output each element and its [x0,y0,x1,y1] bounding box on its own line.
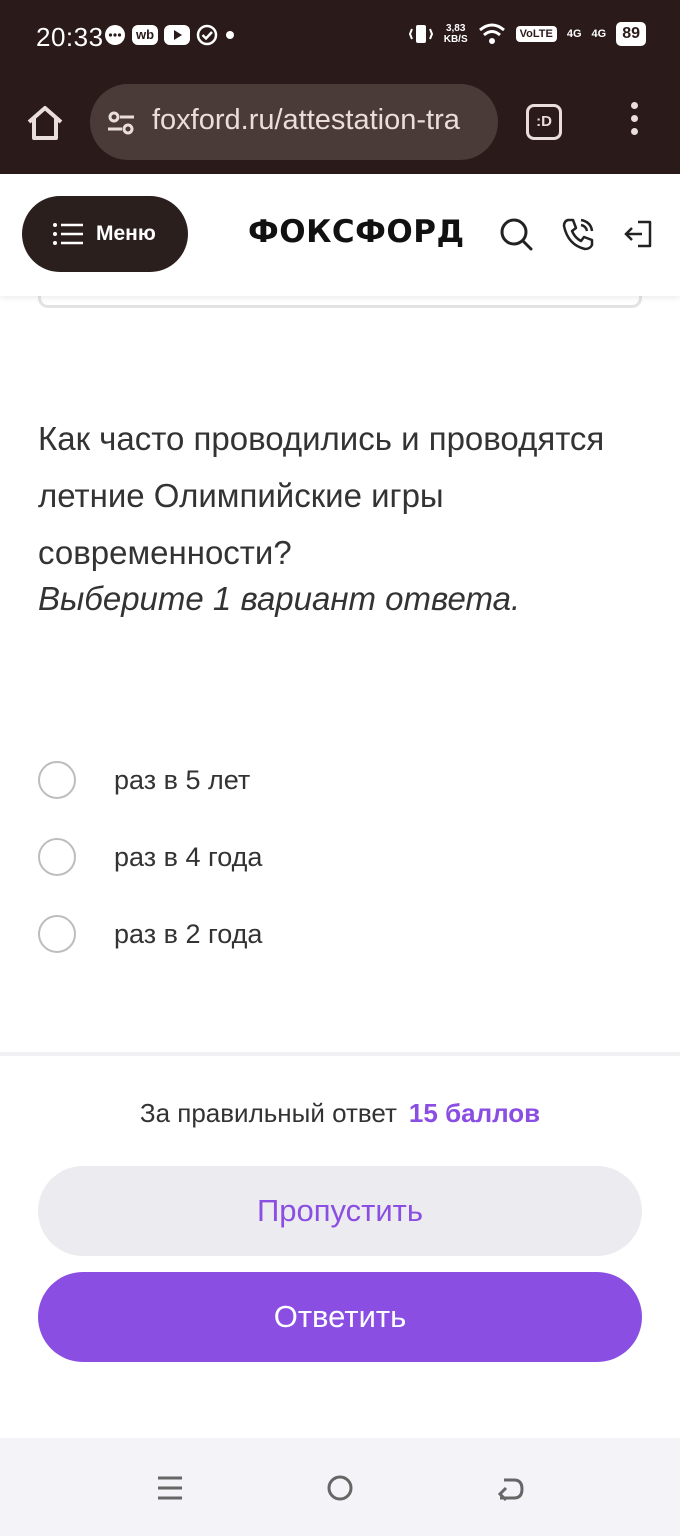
check-circle-icon [196,24,218,46]
home-icon[interactable] [24,102,66,144]
answer-option[interactable]: раз в 4 года [38,837,262,877]
sim2-signal-icon: 4G [592,28,607,40]
site-settings-icon[interactable] [106,108,136,138]
home-nav-icon[interactable] [324,1472,356,1504]
list-icon [53,223,83,245]
answer-option-label[interactable]: раз в 5 лет [114,765,250,796]
radio-button[interactable] [38,761,76,799]
site-header: Меню ФОКСФОРД [0,174,680,296]
back-icon[interactable] [494,1472,526,1504]
points-info: За правильный ответ 15 баллов [0,1098,680,1129]
net-speed: 3,83 KB/S [443,23,468,45]
divider [0,1052,680,1056]
skip-button[interactable]: Пропустить [38,1166,642,1256]
answer-button[interactable]: Ответить [38,1272,642,1362]
phone-icon[interactable] [560,216,596,252]
sim1-label: 4G [566,28,582,40]
tabs-button[interactable]: :D [526,104,562,140]
youtube-icon [164,25,191,45]
answer-option[interactable]: раз в 2 года [38,914,262,954]
answer-option[interactable]: раз в 5 лет [38,760,262,800]
answer-options: раз в 5 лет раз в 4 года раз в 2 года [38,760,262,991]
url-text[interactable]: foxford.ru/attestation-tra [152,104,482,137]
points-value: 15 баллов [408,1098,541,1128]
wb-icon: wb [132,25,159,45]
wifi-icon [478,23,505,44]
radio-button[interactable] [38,838,76,876]
login-icon[interactable] [620,216,656,252]
sim1-signal-icon: 4G [567,28,582,40]
more-options-icon[interactable] [620,102,648,142]
recent-apps-icon[interactable] [154,1472,186,1504]
system-icons: 3,83 KB/S VoLTE 4G 4G 89 [408,22,646,46]
question-hint: Выберите 1 вариант ответа. [38,580,521,617]
search-icon[interactable] [498,216,534,252]
menu-label: Меню [96,222,156,245]
battery-icon: 89 [616,22,646,46]
system-nav-bar [0,1438,680,1536]
question-text: Как часто проводились и проводятся летни… [38,420,605,571]
menu-button[interactable]: Меню [22,196,188,272]
volte-badge: VoLTE [515,26,557,42]
answer-option-label[interactable]: раз в 2 года [114,919,262,950]
sim2-label: 4G [591,28,607,40]
status-time: 20:33 [36,22,104,52]
notification-icons: wb [104,24,235,46]
radio-button[interactable] [38,915,76,953]
points-text: За правильный ответ [139,1098,397,1128]
vibrate-icon [408,25,433,43]
answer-option-label[interactable]: раз в 4 года [114,842,262,873]
site-logo[interactable]: ФОКСФОРД [248,214,465,250]
status-bar: 20:33 wb 3,83 KB/S VoLTE 4G 4G 89 [0,0,680,72]
more-notifications-dot [226,31,235,39]
chat-icon [105,25,125,45]
address-bar[interactable]: foxford.ru/attestation-tra [90,84,498,160]
browser-toolbar: foxford.ru/attestation-tra :D [0,72,680,174]
